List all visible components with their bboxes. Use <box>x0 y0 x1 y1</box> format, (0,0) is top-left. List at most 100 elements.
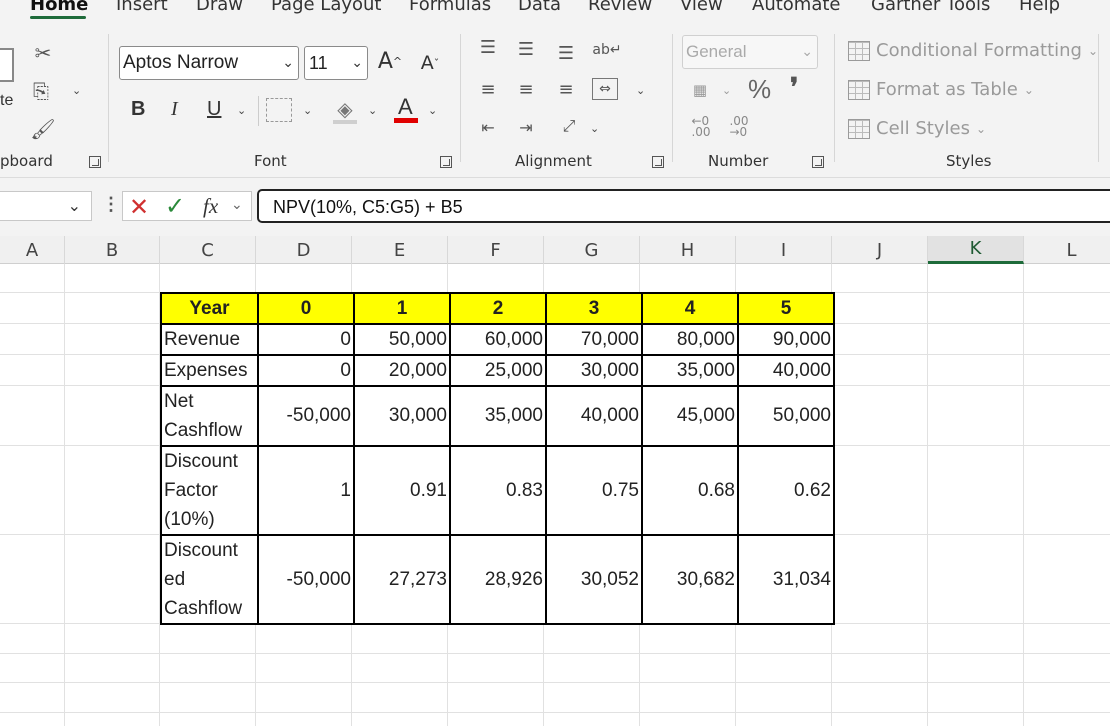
table-cell[interactable]: 0.62 <box>737 445 835 536</box>
table-cell[interactable]: 70,000 <box>545 323 643 356</box>
decrease-decimal-icon[interactable]: .00 →0 <box>724 114 754 140</box>
table-cell[interactable]: 25,000 <box>449 354 547 387</box>
decrease-indent-icon[interactable]: ⇤ <box>476 116 500 138</box>
font-family-select[interactable]: Aptos Narrow ⌄ <box>119 46 299 80</box>
align-middle-icon[interactable]: ☰ <box>514 38 538 60</box>
align-right-icon[interactable]: ≡ <box>554 78 578 100</box>
row-label[interactable]: Discount Factor (10%) <box>160 445 259 536</box>
tab-home[interactable]: Home <box>30 0 88 15</box>
align-top-icon[interactable]: ☰ <box>476 36 500 58</box>
increase-indent-icon[interactable]: ⇥ <box>514 116 538 138</box>
table-cell[interactable]: 50,000 <box>353 323 451 356</box>
header-cell[interactable]: 0 <box>257 292 355 325</box>
tab-insert[interactable]: Insert <box>116 0 168 15</box>
column-header-h[interactable]: H <box>640 236 736 264</box>
name-box[interactable]: ⌄ <box>0 191 92 221</box>
header-cell[interactable]: 5 <box>737 292 835 325</box>
table-cell[interactable]: 0.75 <box>545 445 643 536</box>
column-header-d[interactable]: D <box>256 236 352 264</box>
align-bottom-icon[interactable]: ☰ <box>554 42 578 64</box>
borders-dropdown-chevron-icon[interactable]: ⌄ <box>303 104 312 117</box>
table-cell[interactable]: 90,000 <box>737 323 835 356</box>
number-launcher-icon[interactable] <box>812 156 824 168</box>
formula-input[interactable]: NPV(10%, C5:G5) + B5 <box>257 189 1110 223</box>
table-cell[interactable]: 30,052 <box>545 534 643 625</box>
increase-font-size-icon[interactable]: A ^ <box>376 46 404 76</box>
insert-function-button[interactable]: fx <box>203 194 218 219</box>
table-cell[interactable]: 0 <box>257 354 355 387</box>
font-color-icon[interactable]: A <box>398 94 413 120</box>
alignment-launcher-icon[interactable] <box>652 156 664 168</box>
tab-help[interactable]: Help <box>1019 0 1060 15</box>
table-cell[interactable]: 30,000 <box>545 354 643 387</box>
italic-button[interactable]: I <box>171 98 178 121</box>
copy-icon[interactable]: ⎘ <box>28 78 54 104</box>
comma-style-button[interactable]: ❜ <box>790 72 798 103</box>
table-cell[interactable]: 35,000 <box>449 385 547 447</box>
header-cell[interactable]: 3 <box>545 292 643 325</box>
cancel-icon[interactable]: ✕ <box>129 193 149 222</box>
table-cell[interactable]: 60,000 <box>449 323 547 356</box>
underline-button[interactable]: U <box>207 98 221 121</box>
tab-data[interactable]: Data <box>518 0 561 15</box>
copy-dropdown-chevron-icon[interactable]: ⌄ <box>72 84 81 97</box>
clipboard-launcher-icon[interactable] <box>89 156 101 168</box>
column-header-c[interactable]: C <box>160 236 256 264</box>
bold-button[interactable]: B <box>131 98 145 121</box>
table-cell[interactable]: 0.68 <box>641 445 739 536</box>
table-cell[interactable]: 0 <box>257 323 355 356</box>
row-label[interactable]: Discount ed Cashflow <box>160 534 259 625</box>
decrease-font-size-icon[interactable]: Aˇ <box>416 48 444 78</box>
merge-dropdown-chevron-icon[interactable]: ⌄ <box>636 84 645 97</box>
table-cell[interactable]: -50,000 <box>257 534 355 625</box>
column-header-b[interactable]: B <box>65 236 160 264</box>
table-cell[interactable]: 31,034 <box>737 534 835 625</box>
tab-draw[interactable]: Draw <box>196 0 243 15</box>
table-cell[interactable]: 30,682 <box>641 534 739 625</box>
table-cell[interactable]: 45,000 <box>641 385 739 447</box>
header-cell[interactable]: 4 <box>641 292 739 325</box>
tab-review[interactable]: Review <box>588 0 652 15</box>
column-header-k[interactable]: K <box>928 236 1024 264</box>
table-cell[interactable]: 20,000 <box>353 354 451 387</box>
header-cell[interactable]: 1 <box>353 292 451 325</box>
table-cell[interactable]: 30,000 <box>353 385 451 447</box>
tab-view[interactable]: View <box>680 0 723 15</box>
cut-icon[interactable]: ✂ <box>30 40 56 66</box>
format-as-table-button[interactable]: Format as Table ⌄ <box>848 79 1034 100</box>
column-header-f[interactable]: F <box>448 236 544 264</box>
table-cell[interactable]: 35,000 <box>641 354 739 387</box>
row-label[interactable]: Net Cashflow <box>160 385 259 447</box>
orientation-chevron-icon[interactable]: ⌄ <box>590 122 599 135</box>
font-launcher-icon[interactable] <box>440 156 452 168</box>
column-header-a[interactable]: A <box>0 236 65 264</box>
percent-style-button[interactable]: % <box>748 74 771 105</box>
table-cell[interactable]: 0.83 <box>449 445 547 536</box>
table-cell[interactable]: 1 <box>257 445 355 536</box>
column-header-l[interactable]: L <box>1024 236 1110 264</box>
number-format-select[interactable]: General ⌄ <box>682 35 818 69</box>
enter-icon[interactable]: ✓ <box>165 192 185 221</box>
table-cell[interactable]: 40,000 <box>545 385 643 447</box>
accounting-dropdown-chevron-icon[interactable]: ⌄ <box>722 84 731 97</box>
paste-icon[interactable] <box>0 48 14 82</box>
merge-center-icon[interactable]: ⇔ <box>592 78 618 100</box>
format-painter-icon[interactable]: 🖌 <box>30 116 56 142</box>
tab-automate[interactable]: Automate <box>752 0 841 15</box>
wrap-text-icon[interactable]: ab↵ <box>592 36 622 64</box>
tab-formulas[interactable]: Formulas <box>409 0 491 15</box>
table-cell[interactable]: 28,926 <box>449 534 547 625</box>
font-size-select[interactable]: 11 ⌄ <box>304 46 368 80</box>
align-center-icon[interactable]: ≡ <box>514 78 538 100</box>
column-header-j[interactable]: J <box>832 236 928 264</box>
table-cell[interactable]: 80,000 <box>641 323 739 356</box>
more-options-icon[interactable]: ⋮ <box>102 194 120 215</box>
accounting-format-icon[interactable]: ▦ <box>686 78 714 102</box>
header-cell-year[interactable]: Year <box>160 292 259 325</box>
table-cell[interactable]: -50,000 <box>257 385 355 447</box>
align-left-icon[interactable]: ≡ <box>476 78 500 100</box>
table-cell[interactable]: 50,000 <box>737 385 835 447</box>
column-header-g[interactable]: G <box>544 236 640 264</box>
chevron-down-icon[interactable]: ⌄ <box>231 196 243 213</box>
table-cell[interactable]: 40,000 <box>737 354 835 387</box>
